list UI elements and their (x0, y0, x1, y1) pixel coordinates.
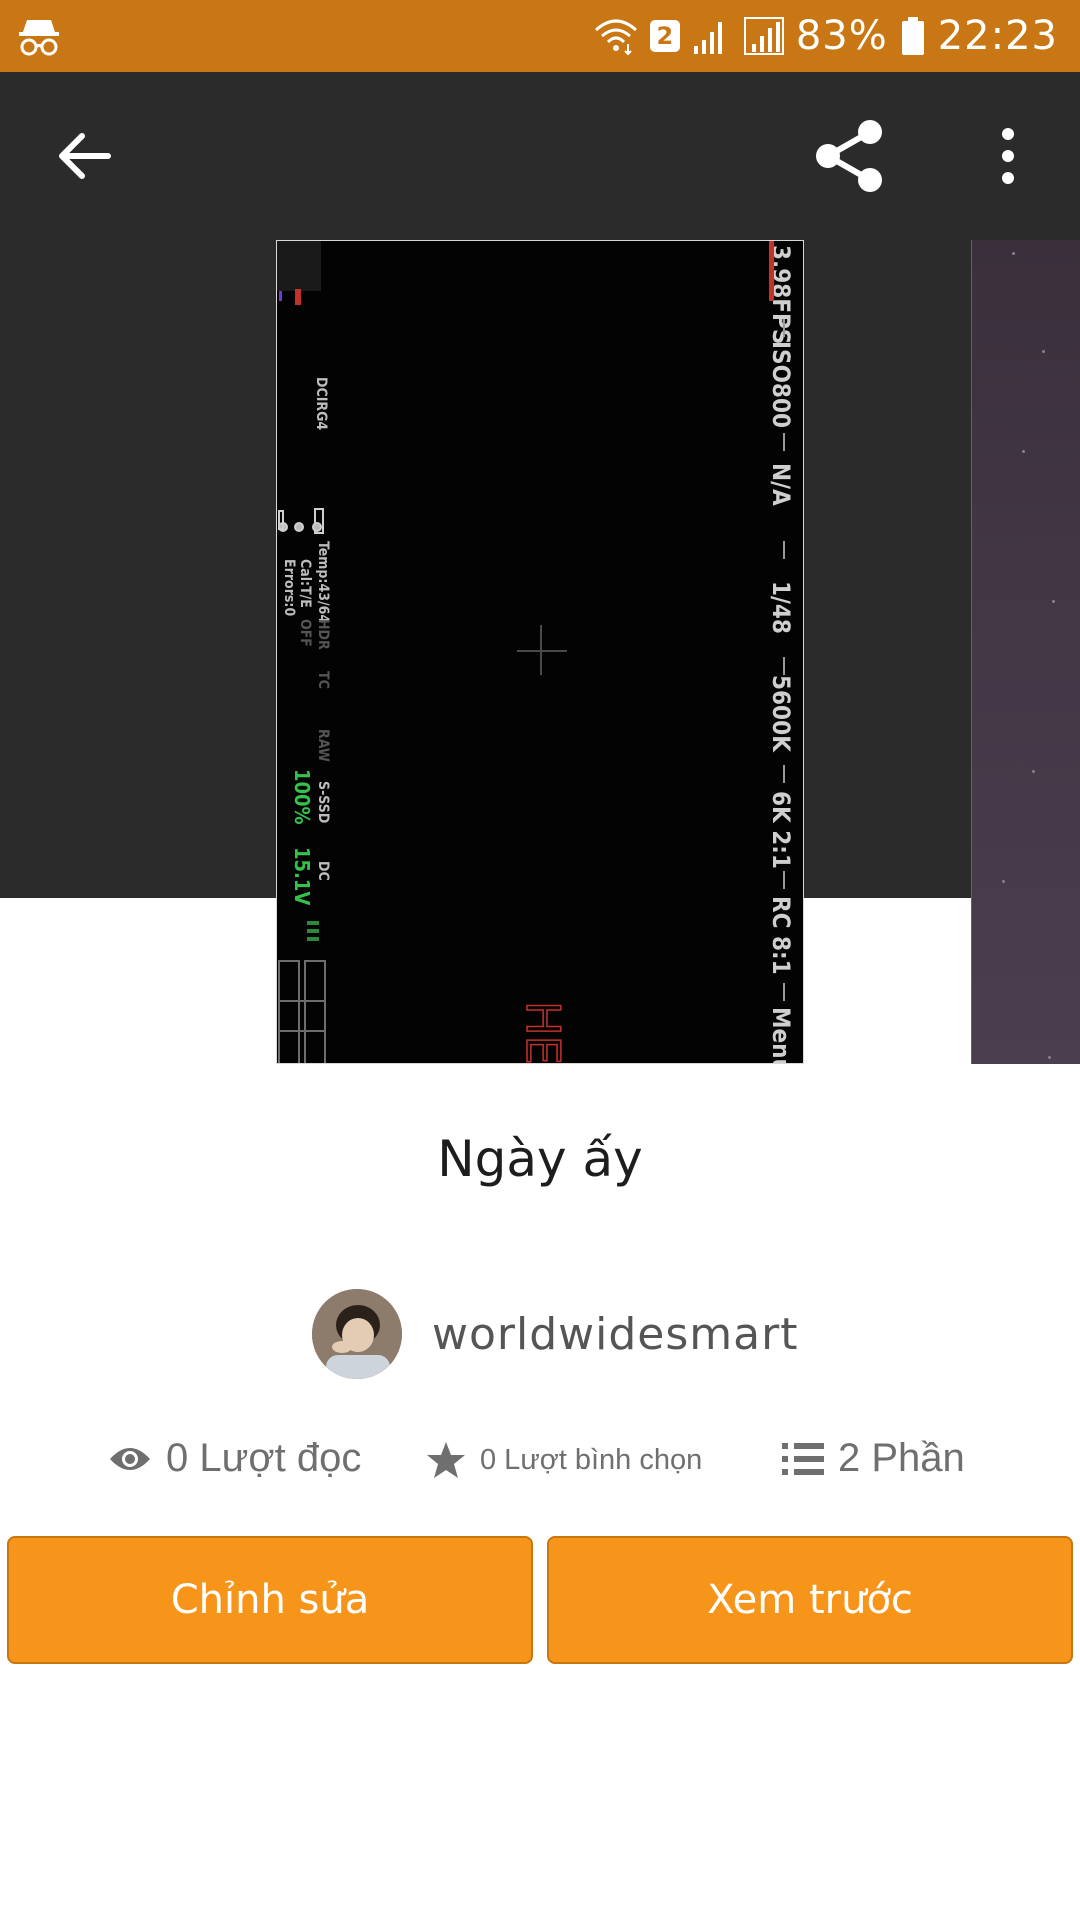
cover-res: 6K 2:1 (767, 791, 795, 869)
cover-wb: 5600K (767, 675, 795, 753)
list-icon (782, 1442, 824, 1475)
wifi-icon (594, 19, 637, 56)
clock: 22:23 (937, 13, 1058, 59)
signal-icon-2 (743, 17, 784, 55)
cover-errors: Errors:0 (281, 559, 297, 616)
reads-count: 0 Lượt đọc (166, 1436, 362, 1480)
signal-icon (693, 22, 722, 54)
votes-count: 0 Lượt bình chọn (480, 1443, 703, 1476)
cover-raw: RAW (315, 729, 331, 762)
cover-hel: HEL (516, 1001, 570, 1064)
cover-ssd: S-SSD (315, 781, 331, 823)
cover-voltage: 15.1V (290, 847, 314, 905)
preview-button[interactable]: Xem trước (547, 1536, 1073, 1664)
story-stats: 0 Lượt đọc 0 Lượt bình chọn 2 Phần (0, 1430, 1080, 1494)
author-name[interactable]: worldwidesmart (432, 1309, 798, 1360)
story-cover[interactable]: 3.98FPS ISO800 N/A 1/48 5600K 6K 2:1 RC … (276, 240, 804, 1064)
next-cover-peek[interactable] (971, 240, 1080, 1064)
author-link[interactable]: worldwidesmart (312, 1288, 798, 1380)
battery-percent: 83% (795, 13, 888, 59)
cover-tc: TC (315, 671, 331, 689)
cover-percent: 100% (290, 769, 314, 825)
edit-button[interactable]: Chỉnh sửa (7, 1536, 533, 1664)
cover-temp: Temp:43/64 (315, 541, 331, 623)
parts-stat: 2 Phần (782, 1436, 965, 1481)
parts-count: 2 Phần (838, 1436, 965, 1480)
cover-dc: DC (315, 861, 331, 881)
cover-menu: Menu (767, 1007, 795, 1064)
cover-rc: RC 8:1 (767, 896, 795, 975)
reads-stat: 0 Lượt đọc (108, 1436, 361, 1481)
cover-na: N/A (767, 463, 795, 506)
cover-dcirg4: DCIRG4 (313, 377, 329, 430)
status-bar: 2 83% 22:23 (0, 0, 1080, 72)
battery-icon (901, 17, 924, 55)
cover-iso: ISO800 (767, 341, 795, 428)
back-arrow-icon[interactable] (52, 124, 116, 188)
share-icon[interactable] (812, 116, 888, 196)
cover-cal: Cal:T/E (297, 559, 313, 608)
star-icon (427, 1442, 465, 1478)
eye-icon (110, 1447, 150, 1470)
votes-stat: 0 Lượt bình chọn (426, 1440, 702, 1480)
story-title: Ngày ấy (437, 1130, 643, 1188)
cover-off: OFF (297, 619, 313, 647)
more-vert-icon[interactable] (986, 124, 1030, 188)
cover-image: 3.98FPS ISO800 N/A 1/48 5600K 6K 2:1 RC … (277, 241, 803, 1064)
sim-badge: 2 (649, 20, 680, 52)
cover-hdr: HDR (315, 619, 331, 650)
cover-shutter: 1/48 (767, 581, 795, 634)
incognito-icon (19, 20, 59, 56)
avatar[interactable] (312, 1289, 402, 1379)
